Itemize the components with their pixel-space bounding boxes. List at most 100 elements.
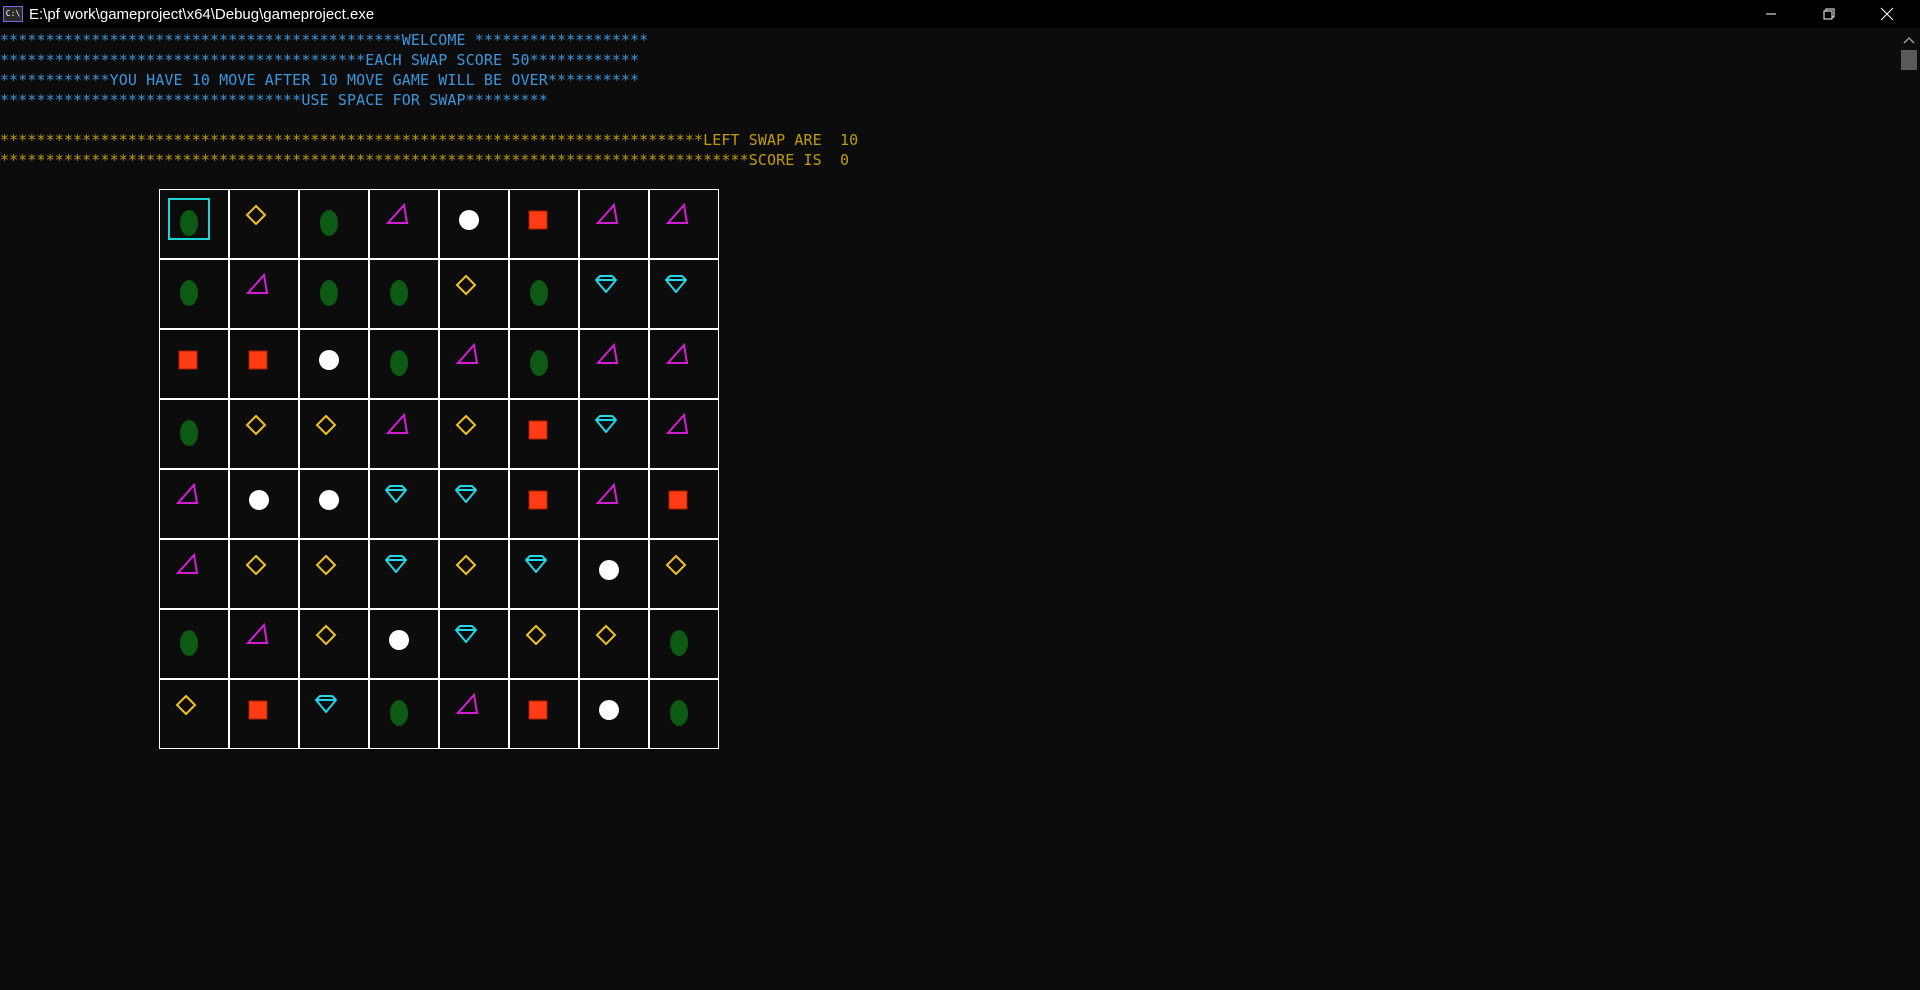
green-oval-icon <box>390 700 408 726</box>
yellow-diamond-icon <box>315 414 337 436</box>
swaps-left-line: ****************************************… <box>0 131 859 149</box>
minimize-button[interactable] <box>1742 0 1800 28</box>
board-cell[interactable] <box>439 399 509 469</box>
board-cell[interactable] <box>159 329 229 399</box>
scroll-up-arrow-icon[interactable] <box>1901 34 1917 46</box>
board-cell[interactable] <box>369 399 439 469</box>
board-cell[interactable] <box>159 469 229 539</box>
board-cell[interactable] <box>229 259 299 329</box>
board-cell[interactable] <box>229 399 299 469</box>
board-cell[interactable] <box>649 539 719 609</box>
board-cell[interactable] <box>579 259 649 329</box>
yellow-diamond-icon <box>455 274 477 296</box>
green-oval-icon <box>320 280 338 306</box>
board-cell[interactable] <box>509 469 579 539</box>
magenta-triangle-icon <box>595 202 619 224</box>
board-cell[interactable] <box>649 399 719 469</box>
white-circle-icon <box>319 350 339 370</box>
move-limit-line: ************YOU HAVE 10 MOVE AFTER 10 MO… <box>0 71 640 89</box>
board-cell[interactable] <box>299 399 369 469</box>
board-cell[interactable] <box>299 609 369 679</box>
console-app-icon: C:\ <box>3 6 23 22</box>
board-cell[interactable] <box>159 259 229 329</box>
board-cell[interactable] <box>299 679 369 749</box>
red-square-icon <box>528 420 548 440</box>
close-button[interactable] <box>1858 0 1916 28</box>
board-cell[interactable] <box>299 189 369 259</box>
board-cell[interactable] <box>509 609 579 679</box>
white-circle-icon <box>389 630 409 650</box>
board-cell[interactable] <box>439 609 509 679</box>
board-cell[interactable] <box>509 189 579 259</box>
board-cell[interactable] <box>159 539 229 609</box>
board-cell[interactable] <box>439 679 509 749</box>
board-cell[interactable] <box>649 329 719 399</box>
board-cell[interactable] <box>579 399 649 469</box>
green-oval-icon <box>180 280 198 306</box>
board-cell[interactable] <box>509 259 579 329</box>
green-oval-icon <box>530 280 548 306</box>
board-cell[interactable] <box>439 539 509 609</box>
white-circle-icon <box>459 210 479 230</box>
board-cell[interactable] <box>509 399 579 469</box>
board-cell[interactable] <box>159 679 229 749</box>
board-cell[interactable] <box>649 609 719 679</box>
restore-button[interactable] <box>1800 0 1858 28</box>
board-cell[interactable] <box>579 679 649 749</box>
cyan-gem-icon <box>595 415 617 433</box>
vertical-scrollbar[interactable] <box>1898 28 1920 990</box>
board-cell[interactable] <box>439 259 509 329</box>
white-circle-icon <box>599 560 619 580</box>
board-cell[interactable] <box>579 329 649 399</box>
board-cell[interactable] <box>579 469 649 539</box>
board-cell[interactable] <box>229 469 299 539</box>
board-cell[interactable] <box>299 329 369 399</box>
board-cell[interactable] <box>509 679 579 749</box>
red-square-icon <box>528 700 548 720</box>
board-cell[interactable] <box>439 189 509 259</box>
board-cell[interactable] <box>369 679 439 749</box>
magenta-triangle-icon <box>455 342 479 364</box>
board-cell[interactable] <box>299 259 369 329</box>
board-cell[interactable] <box>229 679 299 749</box>
board-cell[interactable] <box>509 539 579 609</box>
board-cell[interactable] <box>299 469 369 539</box>
green-oval-icon <box>390 350 408 376</box>
magenta-triangle-icon <box>595 342 619 364</box>
board-cell[interactable] <box>649 189 719 259</box>
board-cell[interactable] <box>159 609 229 679</box>
board-cell[interactable] <box>369 609 439 679</box>
board-cell[interactable] <box>369 469 439 539</box>
red-square-icon <box>248 350 268 370</box>
board-cell[interactable] <box>439 329 509 399</box>
board-cell[interactable] <box>649 259 719 329</box>
board-cell[interactable] <box>229 189 299 259</box>
board-cell[interactable] <box>369 539 439 609</box>
board-cell[interactable] <box>159 399 229 469</box>
board-cell[interactable] <box>649 469 719 539</box>
magenta-triangle-icon <box>665 202 689 224</box>
board-cell[interactable] <box>369 329 439 399</box>
board-cell[interactable] <box>509 329 579 399</box>
board-cell[interactable] <box>299 539 369 609</box>
scroll-thumb[interactable] <box>1901 50 1917 70</box>
board-cell[interactable] <box>159 189 229 259</box>
board-cell[interactable] <box>229 539 299 609</box>
yellow-diamond-icon <box>315 624 337 646</box>
board-cell[interactable] <box>369 259 439 329</box>
magenta-triangle-icon <box>665 412 689 434</box>
board-cell[interactable] <box>579 609 649 679</box>
magenta-triangle-icon <box>245 622 269 644</box>
welcome-line: ****************************************… <box>0 31 649 49</box>
board-cell[interactable] <box>649 679 719 749</box>
board-cell[interactable] <box>229 329 299 399</box>
cyan-gem-icon <box>455 625 477 643</box>
green-oval-icon <box>670 700 688 726</box>
board-cell[interactable] <box>369 189 439 259</box>
board-cell[interactable] <box>579 539 649 609</box>
board-cell[interactable] <box>229 609 299 679</box>
board-cell[interactable] <box>439 469 509 539</box>
magenta-triangle-icon <box>595 482 619 504</box>
selection-cursor <box>168 198 210 240</box>
board-cell[interactable] <box>579 189 649 259</box>
